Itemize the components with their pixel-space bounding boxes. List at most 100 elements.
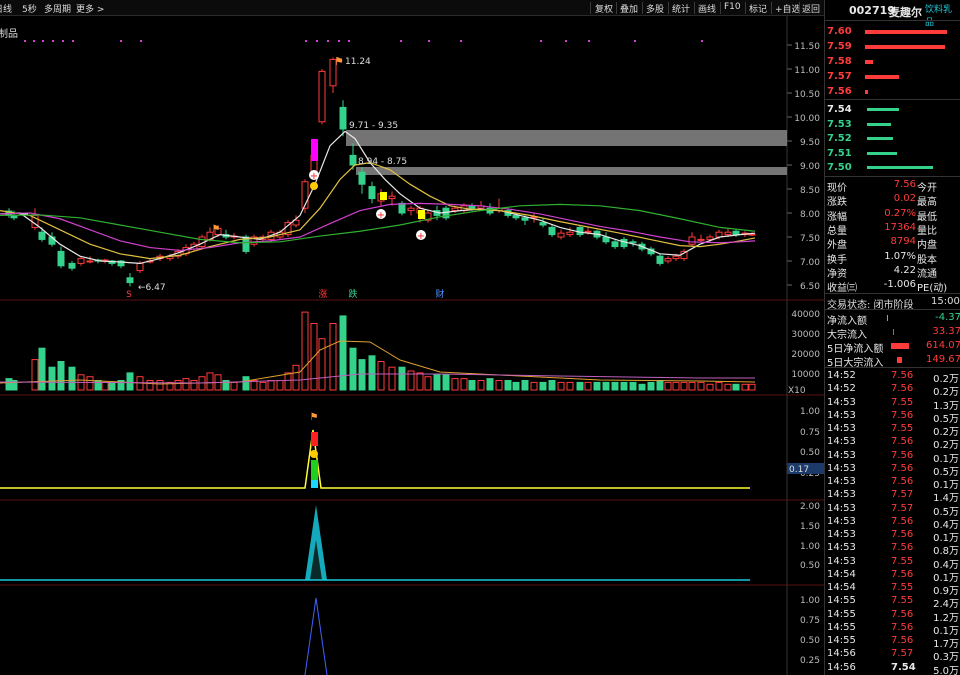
- volume-bar: [38, 347, 46, 391]
- volume-tick-label: 30000: [791, 330, 820, 340]
- multi-period-button[interactable]: 多周期: [44, 2, 71, 15]
- signal-dot: [72, 40, 74, 42]
- signal-dot: [52, 40, 54, 42]
- volume-bar: [292, 364, 300, 391]
- quote-value: 0.27%: [884, 207, 916, 219]
- sector-link[interactable]: 饮料乳品: [925, 2, 960, 28]
- candle-body: [584, 230, 592, 233]
- coin-icon: [310, 450, 318, 458]
- back-button[interactable]: 返回: [802, 2, 820, 15]
- f10-button[interactable]: F10: [724, 2, 741, 12]
- volume-bar: [504, 380, 512, 391]
- volume-bar: [94, 380, 102, 391]
- quote-value: 7.56: [893, 179, 916, 190]
- kline-chart[interactable]: 11.50 11.00 10.50 10.00 9.50 9.00 8.50 8.00 7.50…: [0, 16, 824, 675]
- price-tick-label: 11.00: [794, 66, 820, 76]
- ask-price: 7.57: [827, 71, 852, 82]
- candle-body: [68, 262, 76, 269]
- runner-icon: ⚑: [310, 412, 319, 423]
- volume-bar: [48, 366, 56, 391]
- tick-time: 14:56: [827, 661, 856, 673]
- quote-label: 最高: [917, 197, 937, 209]
- period-daily-tab[interactable]: 日线: [0, 2, 12, 15]
- signal-dot: [588, 40, 590, 42]
- candle-body: [77, 258, 85, 264]
- quote-value: 17364: [884, 221, 916, 233]
- indicator2-tick-label: 2.00: [800, 502, 820, 512]
- quote-label: 收益㈢: [827, 283, 857, 295]
- tick-time: 14:55: [827, 608, 856, 620]
- fund-flow-label: 大宗流入: [827, 330, 867, 341]
- volume-bar: [732, 383, 740, 391]
- period-5s-tab[interactable]: 5秒: [22, 2, 37, 15]
- candle-body: [548, 226, 556, 236]
- indicator1-tick-label: 0.75: [800, 428, 820, 438]
- candle-body: [629, 241, 637, 244]
- chart-toolbar: 日线 5秒 多周期 更多 > 复权 叠加 多股 统计 画线 F10 标记 +自选…: [0, 0, 824, 16]
- bid-price: 7.52: [827, 133, 852, 144]
- quote-label: 外盘: [827, 240, 847, 252]
- ask-price: 7.56: [827, 86, 852, 97]
- candle-body: [318, 70, 326, 123]
- candle-body: [611, 241, 619, 248]
- signal-dot: [460, 40, 462, 42]
- quote-row: 换手 1.07% 股本: [827, 251, 960, 266]
- tick-row: 14:53 7.56 0.1万: [827, 450, 960, 465]
- tick-row: 14:55 7.56 0.1万: [827, 622, 960, 637]
- candle-body: [126, 277, 134, 284]
- multi-stock-button[interactable]: 多股: [646, 2, 664, 15]
- volume-bar: [284, 372, 292, 391]
- tick-row: 14:53 7.56 0.1万: [827, 529, 960, 544]
- volume-bar: [697, 381, 705, 391]
- signal-dot: [540, 40, 542, 42]
- volume-bar: [368, 355, 376, 391]
- indicator3-tick-label: 1.00: [800, 596, 820, 606]
- fund-flow-value: 149.67: [926, 354, 960, 365]
- quote-row: 现价 7.56 今开: [827, 179, 960, 194]
- mark-button[interactable]: 标记: [749, 2, 767, 15]
- indicator2-tick-label: 1.50: [800, 522, 820, 532]
- draw-line-button[interactable]: 画线: [698, 2, 716, 15]
- signal-dot: [565, 40, 567, 42]
- tick-price: 7.56: [891, 462, 914, 474]
- signal-dot: [348, 40, 350, 42]
- tick-row: 14:52 7.56 0.2万: [827, 370, 960, 385]
- candle-body: [557, 232, 565, 238]
- volume-bar: [301, 311, 309, 391]
- volume-bar: [576, 381, 584, 391]
- indicator3-tick-label: 0.50: [800, 636, 820, 646]
- tick-price: 7.54: [891, 661, 916, 673]
- indicator3-tick-label: 0.75: [800, 616, 820, 626]
- quote-row: 收益㈢ -1.006 PE(动): [827, 279, 960, 295]
- volume-bar: [629, 381, 637, 391]
- candle-body: [468, 205, 476, 209]
- price-tick-label: 6.50: [800, 282, 820, 292]
- candle-body: [398, 202, 406, 214]
- plus-icon: +: [377, 210, 385, 221]
- bid-row: 7.52: [827, 133, 960, 145]
- add-watchlist-button[interactable]: +自选: [775, 2, 801, 15]
- statistics-button[interactable]: 统计: [672, 2, 690, 15]
- fund-flow-label: 5日净流入额: [827, 344, 884, 355]
- tick-price: 7.55: [891, 423, 914, 434]
- resistance-zone-lower: [356, 167, 787, 175]
- overlay-button[interactable]: 叠加: [620, 2, 638, 15]
- volume-bar: [530, 381, 538, 391]
- candle-body: [732, 230, 740, 236]
- bid-price: 7.51: [827, 147, 852, 159]
- fund-flow-row: 5日大宗流入 149.67: [827, 354, 960, 369]
- quote-label: 涨跌: [827, 197, 847, 209]
- stock-name: 麦趣尔: [889, 6, 922, 19]
- zone-lower-label: 8.94 - 8.75: [358, 157, 407, 167]
- tick-price: 7.56: [891, 635, 914, 646]
- more-menu-button[interactable]: 更多 >: [76, 2, 104, 15]
- volume-bar: [156, 380, 164, 391]
- candle-body: [57, 250, 65, 267]
- tick-row: 14:53 7.56 0.1万: [827, 476, 960, 491]
- signal-bar-yellow: [418, 210, 425, 219]
- volume-bar: [521, 380, 529, 391]
- ask-price: 7.58: [827, 56, 852, 67]
- volume-bar: [108, 381, 116, 391]
- adjust-rights-button[interactable]: 复权: [595, 2, 613, 15]
- volume-bar: [318, 338, 326, 391]
